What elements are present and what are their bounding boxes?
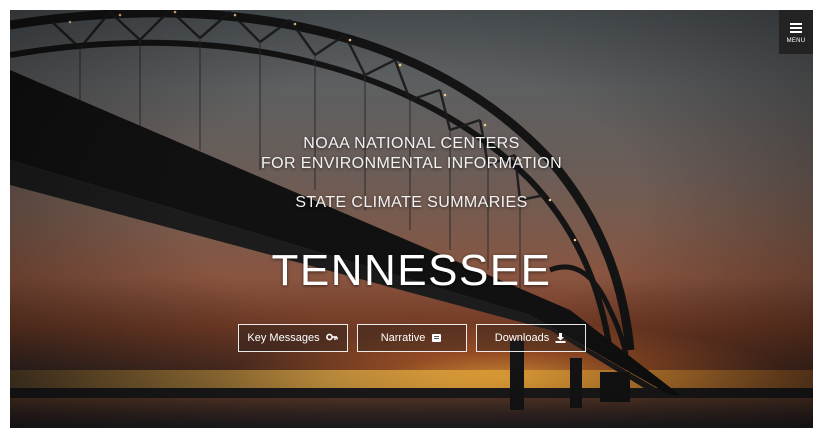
key-messages-label: Key Messages [247,332,320,344]
key-icon [325,333,338,343]
org-name-line1: NOAA NATIONAL CENTERS [303,135,520,152]
org-name: NOAA NATIONAL CENTERS FOR ENVIRONMENTAL … [10,134,813,174]
org-name-line2: FOR ENVIRONMENTAL INFORMATION [260,155,563,172]
section-buttons: Key Messages Narrative Downloads [10,324,813,352]
book-icon [431,333,442,343]
photo-vignette [10,10,813,428]
narrative-label: Narrative [380,332,426,344]
page-subtitle: STATE CLIMATE SUMMARIES [295,194,528,211]
state-title: TENNESSEE [271,246,552,295]
narrative-button[interactable]: Narrative [356,324,467,352]
downloads-label: Downloads [494,332,550,344]
key-messages-button[interactable]: Key Messages [237,324,348,352]
download-icon [555,333,566,343]
downloads-button[interactable]: Downloads [475,324,586,352]
hamburger-icon [790,21,802,35]
hero-banner: MENU NOAA NATIONAL CENTERS FOR ENVIRONME… [10,10,813,428]
menu-button[interactable]: MENU [779,10,813,54]
menu-label: MENU [786,37,806,44]
